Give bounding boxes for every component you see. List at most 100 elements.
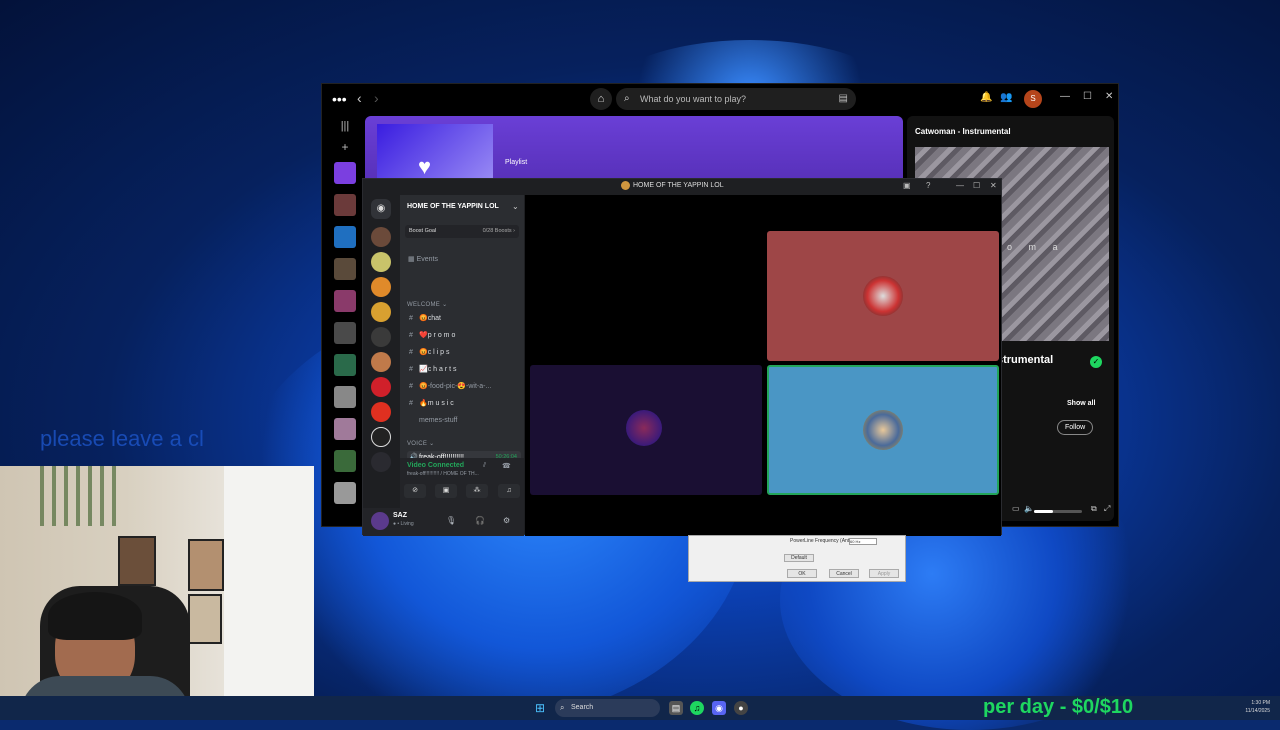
windows-start-icon[interactable]: ⊞ [535,701,545,715]
channel-item[interactable]: # 📈c h a r t s [407,363,521,376]
maximize-icon[interactable]: ☐ [1083,91,1092,102]
channel-item[interactable]: # 🔥m u s i c [407,397,521,410]
playlist-tile[interactable] [334,226,356,248]
wall-picture [188,539,224,591]
video-tile[interactable] [530,365,762,495]
miniplayer-icon[interactable]: ⧉ [1091,504,1097,514]
menu-dots-icon[interactable]: ••• [332,91,347,107]
home-icon[interactable]: ⌂ [590,88,612,110]
user-status: ● • Living [393,521,414,527]
server-icon[interactable] [371,377,391,397]
spotify-search-input[interactable]: ⌕ What do you want to play? ▤ [616,88,856,110]
help-icon[interactable]: ? [926,181,930,190]
playlist-tile[interactable] [334,322,356,344]
playlist-tile[interactable] [334,354,356,376]
cancel-button[interactable]: Cancel [829,569,859,578]
file-explorer-icon[interactable]: ▤ [669,701,683,715]
library-icon[interactable]: ||| [330,120,360,132]
back-arrow-icon[interactable]: ‹ [357,90,362,106]
server-icon[interactable] [371,252,391,272]
events-item[interactable]: ▦ Events [408,255,438,263]
video-tile-speaking[interactable] [767,365,999,495]
clock-time: 1:30 PM [1251,700,1270,706]
friends-icon[interactable]: 👥 [1000,92,1012,103]
minimize-icon[interactable]: — [1060,91,1070,102]
taskbar-search[interactable]: ⌕ Search [555,699,660,717]
hash-icon: # [409,332,413,339]
microphone-icon[interactable]: 🎙 [446,516,456,525]
channel-item[interactable]: # 😡c l i p s [407,346,521,359]
channel-item[interactable]: memes-stuff [407,414,521,427]
noise-suppression-icon[interactable]: ⫽ [483,462,486,470]
plus-icon[interactable]: + [330,140,360,154]
close-icon[interactable]: ✕ [990,181,997,190]
playlist-tile[interactable] [334,450,356,472]
server-icon[interactable] [371,227,391,247]
show-all-link[interactable]: Show all [1067,400,1095,407]
playlist-tile[interactable] [334,482,356,504]
check-icon[interactable]: ✓ [1090,356,1102,368]
playlist-tile[interactable] [334,290,356,312]
bell-icon[interactable]: 🔔 [980,92,992,103]
volume-icon[interactable]: 🔈 [1024,504,1034,513]
boost-goal-bar[interactable]: Boost Goal 0/28 Boosts › [405,225,519,238]
hash-icon: # [409,400,413,407]
soundboard-button[interactable]: ♫ [498,484,520,498]
powerline-select[interactable]: 60 Hz [849,538,877,545]
curtain [224,466,314,720]
wall-picture [188,594,222,644]
system-clock[interactable]: 1:30 PM 11/14/2025 [1245,699,1270,715]
server-icon[interactable] [371,327,391,347]
apply-button[interactable]: Apply [869,569,899,578]
avatar[interactable]: S [1024,90,1042,108]
server-icon[interactable] [371,352,391,372]
channel-item[interactable]: # ❤️p r o m o [407,329,521,342]
disconnect-icon[interactable]: ☎ [502,462,511,470]
server-icon[interactable] [371,302,391,322]
inbox-icon[interactable]: ▣ [903,181,911,190]
obs-icon[interactable]: ● [734,701,748,715]
browse-icon[interactable]: ▤ [839,88,848,110]
server-icon[interactable] [371,277,391,297]
headphones-icon[interactable]: 🎧 [475,516,485,525]
follow-button[interactable]: Follow [1057,420,1094,435]
queue-icon[interactable]: ▭ [1012,504,1020,513]
volume-slider[interactable] [1034,510,1082,513]
avatar[interactable] [371,512,389,530]
server-name[interactable]: HOME OF THE YAPPIN LOL [407,203,499,210]
ok-button[interactable]: OK [787,569,817,578]
channel-item[interactable]: # 😡chat [407,312,521,325]
video-tile[interactable] [767,231,999,361]
default-button[interactable]: Default [784,554,814,562]
server-icon[interactable] [371,402,391,422]
discord-window: HOME OF THE YAPPIN LOL ▣ ? — ☐ ✕ ◉ HOME … [362,178,1002,536]
fullscreen-icon[interactable]: ⤢ [1104,504,1110,514]
playlist-tile[interactable] [334,194,356,216]
channel-item[interactable]: # 😡-food-pic-😍-wit-a-... [407,380,521,393]
camera-off-button[interactable]: ⊘ [404,484,426,498]
minimize-icon[interactable]: — [956,181,964,190]
category-welcome[interactable]: WELCOME ⌄ [407,301,447,308]
maximize-icon[interactable]: ☐ [973,181,980,190]
forward-arrow-icon[interactable]: › [374,90,379,106]
activities-button[interactable]: ⁂ [466,484,488,498]
server-icon[interactable] [371,452,391,472]
discord-icon[interactable]: ◉ [712,701,726,715]
playlist-tile[interactable] [334,418,356,440]
hash-icon: # [409,349,413,356]
gear-icon[interactable]: ⚙ [503,516,510,525]
voice-status: Video Connected [407,462,465,469]
close-icon[interactable]: ✕ [1105,91,1113,102]
chevron-down-icon[interactable]: ⌄ [512,202,519,211]
participant-avatar [626,410,662,446]
category-voice[interactable]: VOICE ⌄ [407,440,434,447]
spotify-icon[interactable]: ♫ [690,701,704,715]
discord-home-icon[interactable]: ◉ [371,199,391,219]
playlist-tile[interactable] [334,258,356,280]
screen-share-button[interactable]: ▣ [435,484,457,498]
server-icon[interactable] [371,427,391,447]
stream-overlay-text: please leave a cl [40,426,204,451]
channel-name: memes-stuff [419,417,458,424]
playlist-tile[interactable] [334,386,356,408]
liked-songs-tile[interactable] [334,162,356,184]
